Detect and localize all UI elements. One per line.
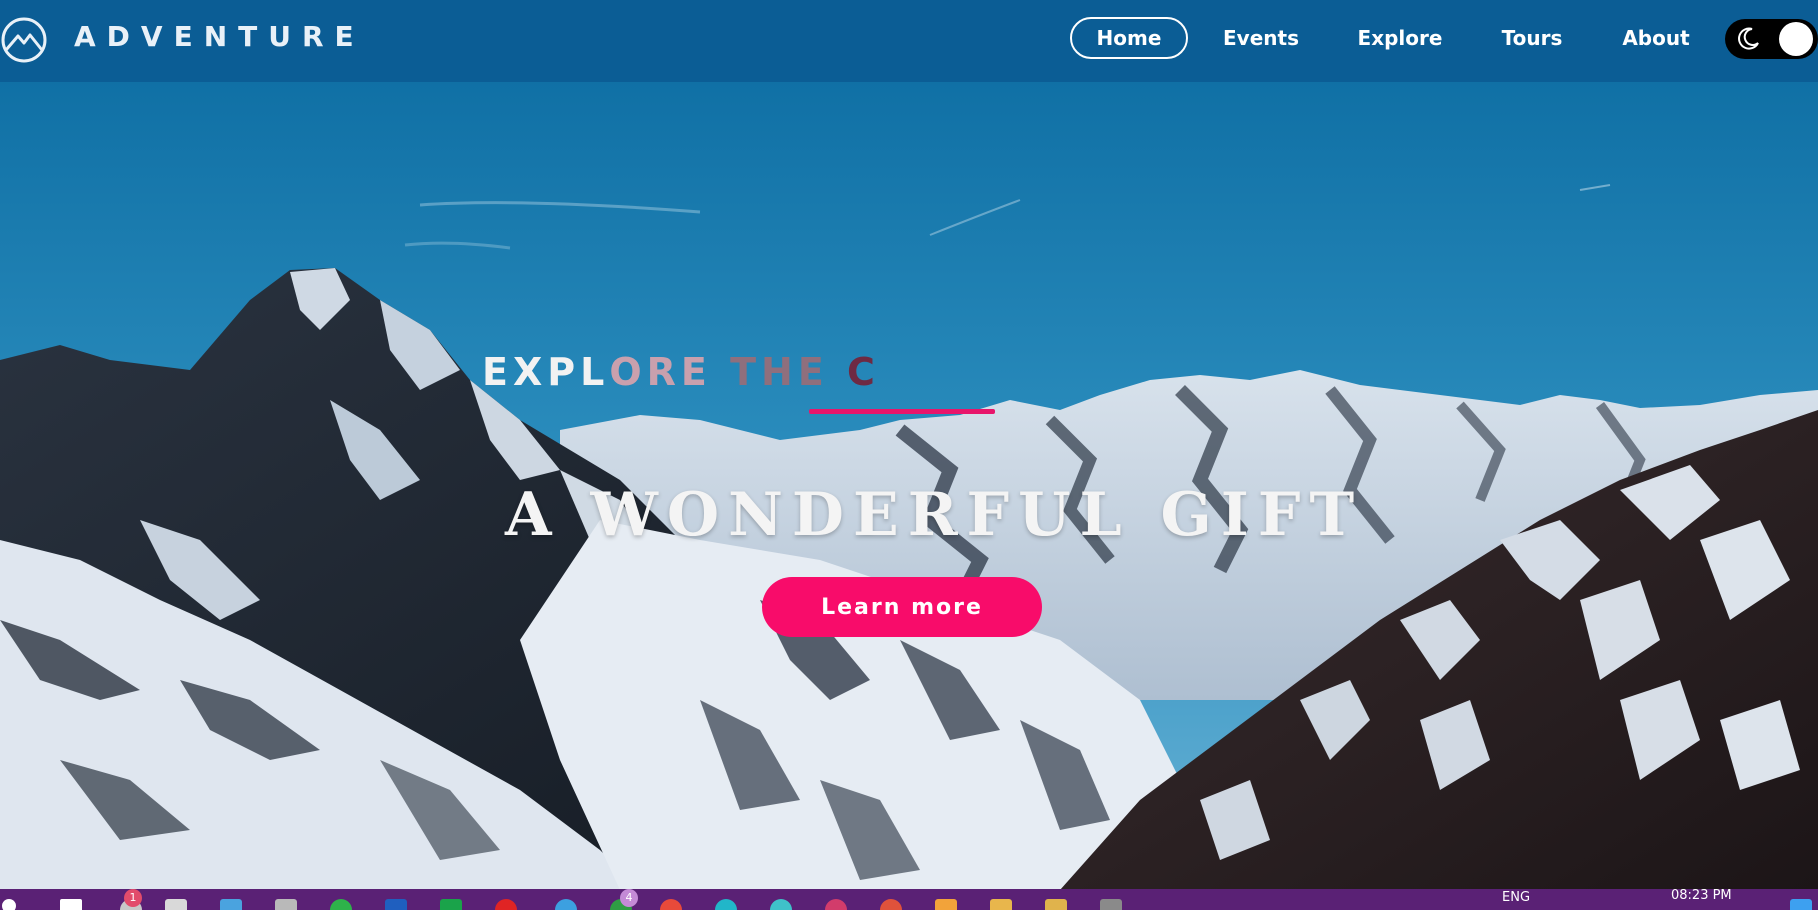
eyebrow-part-4: C — [847, 350, 880, 394]
moon-icon — [1735, 26, 1761, 52]
brand-name[interactable]: ADVENTURE — [74, 20, 365, 53]
os-taskbar: 1 4 ENG 08:23 PM — [0, 889, 1818, 910]
nav-explore[interactable]: Explore — [1352, 17, 1448, 59]
learn-more-button[interactable]: Learn more — [762, 577, 1042, 637]
notification-icon[interactable] — [1790, 899, 1812, 910]
notification-badge: 1 — [124, 889, 142, 907]
app-icon[interactable] — [880, 899, 902, 910]
app-icon[interactable] — [275, 899, 297, 910]
nav-events[interactable]: Events — [1213, 17, 1309, 59]
eyebrow-part-1: EXPL — [482, 350, 610, 394]
toggle-knob — [1779, 22, 1813, 56]
app-icon[interactable] — [770, 899, 792, 910]
notification-badge: 4 — [620, 889, 638, 907]
start-icon[interactable] — [2, 899, 16, 910]
mountain-scene-image — [0, 0, 1818, 890]
folder-icon[interactable] — [1045, 899, 1067, 910]
theme-toggle[interactable] — [1725, 19, 1818, 59]
search-icon[interactable] — [60, 899, 82, 910]
clock[interactable]: 08:23 PM — [1671, 889, 1732, 903]
app-icon[interactable] — [385, 899, 407, 910]
nav-home[interactable]: Home — [1070, 17, 1188, 59]
hero-eyebrow: EXPLORE THE C — [482, 350, 880, 394]
app-icon[interactable] — [555, 899, 577, 910]
app-icon[interactable] — [495, 899, 517, 910]
app-icon[interactable] — [990, 899, 1012, 910]
app-icon[interactable] — [165, 899, 187, 910]
eyebrow-part-3: THE — [711, 350, 847, 394]
nav-about[interactable]: About — [1616, 17, 1696, 59]
app-icon[interactable] — [330, 899, 352, 910]
app-icon[interactable] — [715, 899, 737, 910]
hero-background — [0, 0, 1818, 890]
app-icon[interactable] — [825, 899, 847, 910]
nav-tours[interactable]: Tours — [1494, 17, 1570, 59]
app-icon[interactable] — [660, 899, 682, 910]
top-navbar: ADVENTURE Home Events Explore Tours Abou… — [0, 0, 1818, 82]
mountain-logo-icon[interactable] — [0, 16, 48, 64]
app-icon[interactable] — [935, 899, 957, 910]
app-icon[interactable] — [220, 899, 242, 910]
eyebrow-part-2: ORE — [609, 350, 712, 394]
eyebrow-underline — [809, 409, 995, 414]
hero-headline: A WONDERFUL GIFT — [505, 480, 1364, 550]
app-icon[interactable] — [1100, 899, 1122, 910]
app-icon[interactable] — [440, 899, 462, 910]
language-indicator[interactable]: ENG — [1502, 890, 1530, 905]
